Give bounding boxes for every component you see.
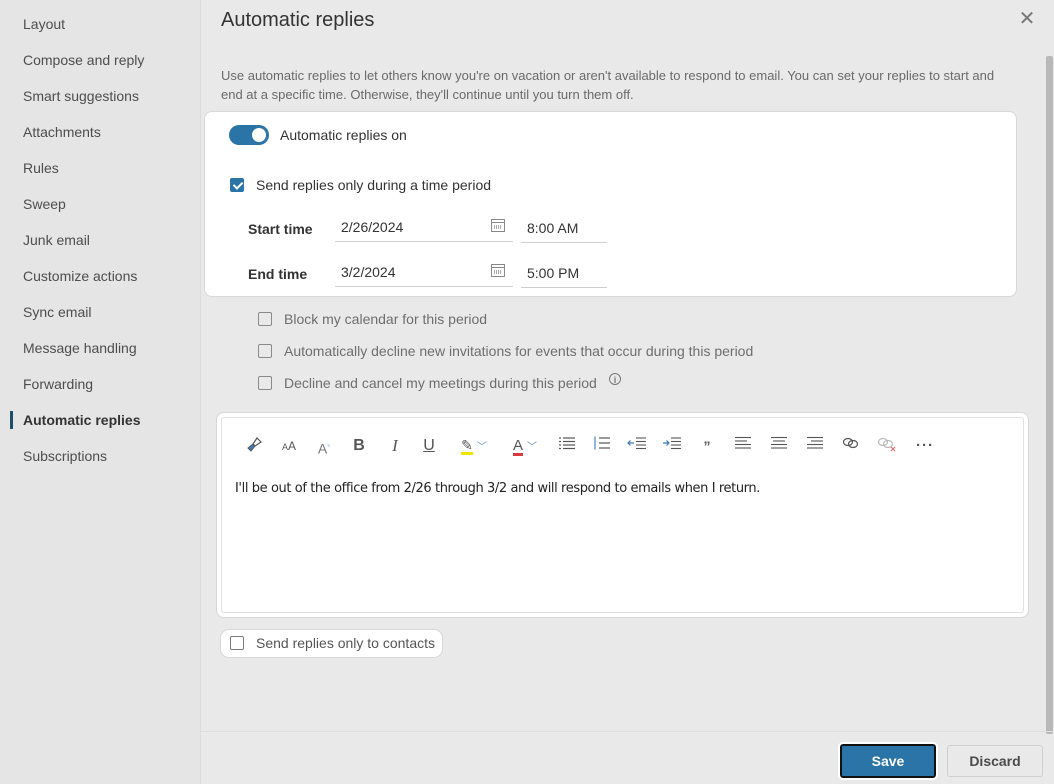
sidebar-item-compose-and-reply[interactable]: Compose and reply (23, 52, 144, 68)
sidebar-item-automatic-replies[interactable]: Automatic replies (23, 412, 140, 428)
align-right-icon[interactable] (805, 436, 825, 456)
sidebar-item-junk-email[interactable]: Junk email (23, 232, 90, 248)
settings-sidebar: Layout Compose and reply Smart suggestio… (0, 0, 201, 784)
increase-indent-icon[interactable] (661, 436, 683, 456)
toggle-knob (252, 128, 266, 142)
sidebar-item-smart-suggestions[interactable]: Smart suggestions (23, 88, 139, 104)
discard-button[interactable]: Discard (947, 745, 1043, 777)
message-editor[interactable]: AA A◦ B I U ✎ ﹀ A ﹀ ” ··· I'll be out of… (221, 417, 1024, 613)
block-calendar-checkbox[interactable] (258, 312, 272, 326)
decrease-indent-icon[interactable] (626, 436, 648, 456)
sidebar-item-layout[interactable]: Layout (23, 16, 65, 32)
start-date-value: 2/26/2024 (341, 219, 404, 235)
sidebar-item-customize-actions[interactable]: Customize actions (23, 268, 137, 284)
highlight-icon[interactable]: ✎ ﹀ (457, 436, 491, 456)
end-time-field[interactable]: 5:00 PM (521, 259, 607, 288)
footer-divider (201, 731, 1054, 732)
message-editor-panel: AA A◦ B I U ✎ ﹀ A ﹀ ” ··· I'll be out of… (217, 413, 1028, 617)
format-painter-icon[interactable] (244, 436, 264, 456)
contacts-only-label: Send replies only to contacts (256, 635, 435, 651)
contacts-only-checkbox[interactable] (230, 636, 244, 650)
save-button[interactable]: Save (838, 742, 938, 780)
cancel-meetings-label: Decline and cancel my meetings during th… (284, 375, 597, 391)
sidebar-item-subscriptions[interactable]: Subscriptions (23, 448, 107, 464)
link-icon[interactable] (841, 436, 861, 456)
toggle-label: Automatic replies on (280, 127, 407, 143)
auto-reply-settings-panel: Automatic replies on Send replies only d… (205, 112, 1016, 296)
italic-icon[interactable]: I (386, 436, 404, 456)
page-title: Automatic replies (221, 9, 375, 31)
chevron-down-icon: ﹀ (476, 442, 487, 453)
bold-icon[interactable]: B (350, 436, 368, 456)
align-left-icon[interactable] (733, 436, 753, 456)
start-time-label: Start time (248, 221, 313, 237)
start-time-value: 8:00 AM (527, 220, 579, 236)
sidebar-item-forwarding[interactable]: Forwarding (23, 376, 93, 392)
align-center-icon[interactable] (769, 436, 789, 456)
end-date-field[interactable]: 3/2/2024 (335, 258, 513, 287)
close-icon: ✕ (1018, 8, 1036, 30)
automatic-replies-toggle[interactable] (229, 125, 269, 145)
underline-icon[interactable]: U (420, 436, 438, 456)
remove-link-icon[interactable] (876, 436, 898, 456)
decline-invitations-label: Automatically decline new invitations fo… (284, 343, 754, 359)
text-effects-icon[interactable]: A◦ (313, 436, 335, 457)
vertical-scrollbar[interactable] (1046, 56, 1053, 734)
info-icon[interactable]: i (609, 373, 621, 385)
message-body-text[interactable]: I'll be out of the office from 2/26 thro… (235, 481, 760, 496)
active-nav-indicator (10, 411, 13, 429)
more-options-icon[interactable]: ··· (915, 436, 935, 456)
sidebar-item-sync-email[interactable]: Sync email (23, 304, 91, 320)
start-date-field[interactable]: 2/26/2024 (335, 213, 513, 242)
time-period-checkbox[interactable] (230, 178, 244, 192)
time-period-label: Send replies only during a time period (256, 177, 492, 193)
sidebar-item-attachments[interactable]: Attachments (23, 124, 101, 140)
block-calendar-label: Block my calendar for this period (284, 311, 488, 327)
quote-icon[interactable]: ” (699, 436, 715, 456)
font-size-icon[interactable]: AA (278, 436, 300, 456)
end-time-value: 5:00 PM (527, 265, 580, 281)
cancel-meetings-checkbox[interactable] (258, 376, 272, 390)
calendar-icon[interactable] (491, 219, 505, 232)
sidebar-item-rules[interactable]: Rules (23, 160, 59, 176)
contacts-only-panel: Send replies only to contacts (221, 630, 442, 657)
start-time-field[interactable]: 8:00 AM (521, 214, 607, 243)
end-date-value: 3/2/2024 (341, 264, 396, 280)
description-text: Use automatic replies to let others know… (221, 68, 995, 102)
end-time-label: End time (248, 266, 308, 282)
sidebar-item-message-handling[interactable]: Message handling (23, 340, 137, 356)
close-button[interactable]: ✕ (1016, 8, 1038, 30)
chevron-down-icon: ﹀ (527, 442, 537, 453)
calendar-icon[interactable] (491, 264, 505, 277)
numbering-icon[interactable] (592, 436, 612, 456)
sidebar-item-sweep[interactable]: Sweep (23, 196, 66, 212)
decline-invitations-checkbox[interactable] (258, 344, 272, 358)
bullets-icon[interactable] (557, 436, 577, 456)
font-color-icon[interactable]: A ﹀ (507, 436, 543, 456)
